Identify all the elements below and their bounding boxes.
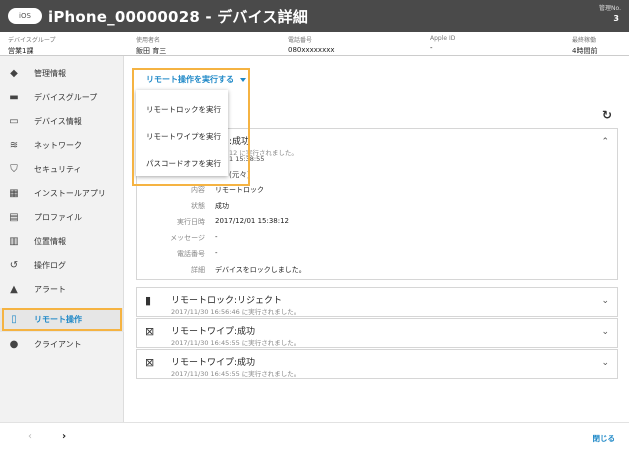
sidebar-item-management[interactable]: ◆ 管理情報 <box>0 62 124 86</box>
info-device-group: デバイスグループ 営業1課 <box>8 37 56 55</box>
sidebar-item-security[interactable]: ⛉ セキュリティ <box>0 158 124 182</box>
refresh-icon[interactable]: ↻ <box>602 108 612 122</box>
dropdown-highlight <box>132 68 250 186</box>
close-button[interactable]: 閉じる <box>593 433 616 444</box>
map-icon: ▥ <box>9 236 19 247</box>
mgmt-number-label: 管理No. <box>599 5 621 12</box>
sidebar-item-device-group[interactable]: ▬ デバイスグループ <box>0 86 124 110</box>
next-arrow-icon[interactable]: › <box>62 431 66 442</box>
folder-icon: ▬ <box>9 92 19 103</box>
wipe-phone-icon: ⊠ <box>145 325 155 338</box>
active-item-highlight <box>2 308 122 331</box>
chevron-down-icon[interactable]: ⌄ <box>601 358 609 368</box>
history-icon: ↺ <box>9 260 19 271</box>
info-user-name: 使用者名 飯田 育三 <box>136 37 167 55</box>
sidebar-item-location[interactable]: ▥ 位置情報 <box>0 230 124 254</box>
info-last-active: 最終稼働 4時間前 <box>572 37 598 55</box>
footer-bar: ‹ › 閉じる <box>0 422 629 452</box>
history-panel[interactable]: ⊠ リモートワイプ:成功 2017/11/30 16:45:55 に実行されまし… <box>136 318 618 348</box>
chevron-down-icon[interactable]: ⌄ <box>601 296 609 306</box>
sidebar-item-profile[interactable]: ▤ プロファイル <box>0 206 124 230</box>
chevron-down-icon[interactable]: ⌄ <box>601 327 609 337</box>
lock-phone-icon: ▮ <box>145 294 152 307</box>
chevron-up-icon[interactable]: ⌃ <box>601 137 609 147</box>
sidebar-item-device-info[interactable]: ▭ デバイス情報 <box>0 110 124 134</box>
sidebar: ◆ 管理情報 ▬ デバイスグループ ▭ デバイス情報 ≋ ネットワーク ⛉ セキ… <box>0 56 124 422</box>
sidebar-item-client[interactable]: ● クライアント <box>0 333 124 357</box>
info-phone: 電話番号 080xxxxxxxx <box>288 37 335 54</box>
os-badge: iOS <box>8 8 42 24</box>
sidebar-item-network[interactable]: ≋ ネットワーク <box>0 134 124 158</box>
wifi-icon: ≋ <box>9 140 19 151</box>
wipe-phone-icon: ⊠ <box>145 356 155 369</box>
sidebar-item-alert[interactable]: ▲ アラート <box>0 278 124 302</box>
main-content: ↻ :成功 12 に実行されました。 1 15:38:55 (元々) ⌃ 内容 … <box>124 56 629 422</box>
device-info-row: デバイスグループ 営業1課 使用者名 飯田 育三 電話番号 080xxxxxxx… <box>0 32 629 56</box>
sidebar-item-installed-apps[interactable]: ▦ インストールアプリ <box>0 182 124 206</box>
tag-icon: ◆ <box>10 68 18 79</box>
document-icon: ▤ <box>9 212 19 223</box>
devices-icon: ▭ <box>9 116 19 127</box>
history-panel[interactable]: ⊠ リモートワイプ:成功 2017/11/30 16:45:55 に実行されまし… <box>136 349 618 379</box>
sidebar-item-operation-log[interactable]: ↺ 操作ログ <box>0 254 124 278</box>
history-panel[interactable]: ▮ リモートロック:リジェクト 2017/11/30 16:56:46 に実行さ… <box>136 287 618 317</box>
page-title: iPhone_00000028 - デバイス詳細 <box>48 8 308 26</box>
info-apple-id: Apple ID - <box>430 35 456 52</box>
client-icon: ● <box>9 339 19 350</box>
warning-icon: ▲ <box>10 284 18 295</box>
mgmt-number: 3 <box>613 14 619 23</box>
header-bar: iOS iPhone_00000028 - デバイス詳細 管理No. 3 <box>0 0 629 32</box>
apps-grid-icon: ▦ <box>9 188 19 199</box>
shield-icon: ⛉ <box>10 164 18 175</box>
prev-arrow-icon[interactable]: ‹ <box>28 431 32 442</box>
